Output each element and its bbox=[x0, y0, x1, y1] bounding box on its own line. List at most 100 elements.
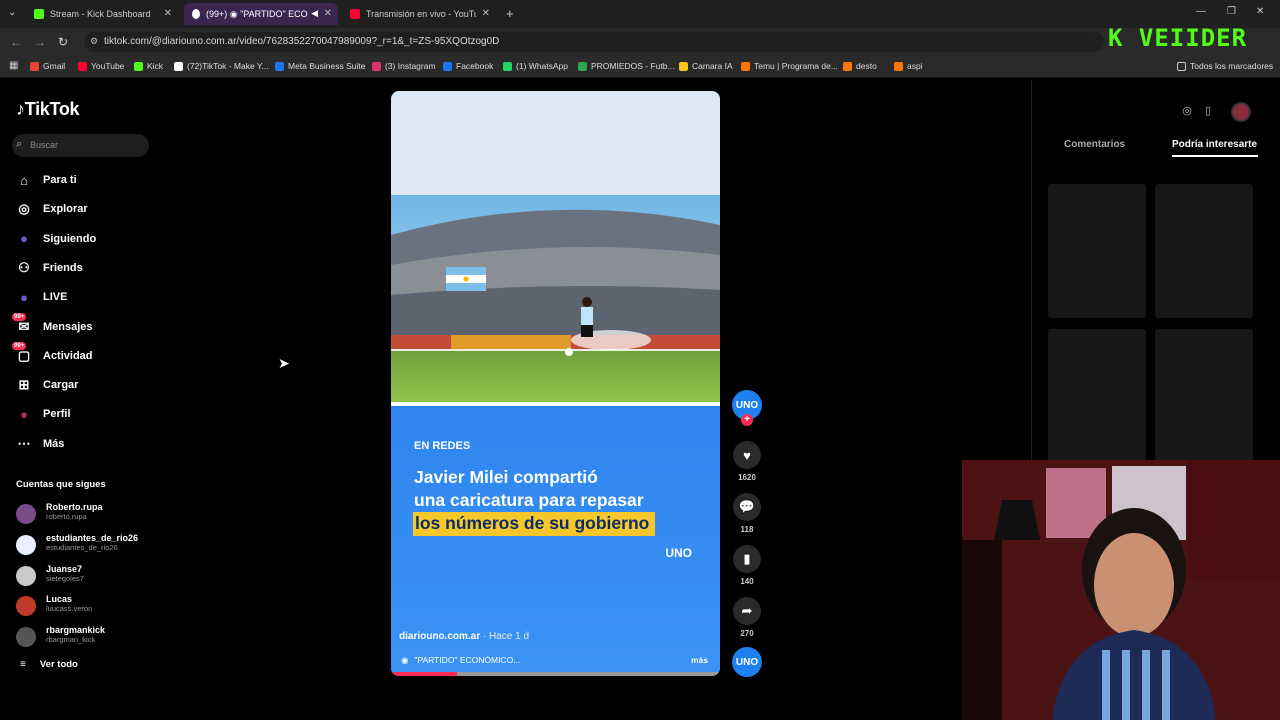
sidebar-item-perfil[interactable]: ● Perfil bbox=[16, 404, 71, 424]
bookmark-item[interactable]: (72)TikTok - Make Y... bbox=[174, 61, 269, 71]
forward-icon[interactable]: → bbox=[34, 35, 46, 49]
sidebar-item-explorar[interactable]: ◎ Explorar bbox=[16, 199, 87, 219]
reload-icon[interactable]: ↻ bbox=[58, 35, 68, 49]
bookmark-label: Camara IA bbox=[692, 61, 733, 71]
bookmark-label: (3) Instagram bbox=[385, 61, 436, 71]
sidebar-item-label: Friends bbox=[43, 261, 83, 274]
search-input[interactable]: ⌕ Buscar bbox=[12, 134, 149, 157]
following-accounts-title: Cuentas que sigues bbox=[16, 479, 106, 490]
bookmark-item[interactable]: Facebook bbox=[443, 61, 493, 71]
follow-plus-button[interactable]: + bbox=[741, 414, 753, 426]
suggested-video-placeholder[interactable] bbox=[1155, 329, 1253, 463]
video-player[interactable]: EN REDES Javier Milei compartió una cari… bbox=[391, 91, 720, 676]
tab-suggested[interactable]: Podría interesarte bbox=[1172, 139, 1257, 150]
bookmark-label: desto bbox=[856, 61, 877, 71]
sidebar-item-para-ti[interactable]: ⌂ Para ti bbox=[16, 170, 77, 190]
bookmark-item[interactable]: PROMIEDOS - Futb... bbox=[578, 61, 675, 71]
sidebar-item-friends[interactable]: ⚇ Friends bbox=[16, 258, 83, 278]
comment-count: 118 bbox=[740, 525, 754, 534]
bookmark-favicon-icon bbox=[443, 61, 452, 71]
mouse-cursor-icon: ➤ bbox=[278, 355, 290, 371]
sidebar-item-actividad[interactable]: ▢ 99+ Actividad bbox=[12, 341, 93, 366]
bookmark-item[interactable]: (3) Instagram bbox=[372, 61, 436, 71]
account-handle: rbargman_kick bbox=[46, 635, 96, 645]
bookmark-label: PROMIEDOS - Futb... bbox=[591, 61, 675, 71]
bookmark-favicon-icon bbox=[372, 61, 381, 71]
browser-tab-bar: ⌄ Stream - Kick Dashboard ✕ (99+) ◉ "PAR… bbox=[0, 0, 1280, 28]
bookmark-item[interactable]: (1) WhatsApp bbox=[503, 61, 568, 71]
tab-kick-dashboard[interactable]: Stream - Kick Dashboard ✕ bbox=[26, 3, 178, 25]
avatar bbox=[16, 596, 36, 617]
argentina-flag-icon bbox=[446, 267, 486, 291]
url-input[interactable]: ⚙ tiktok.com/@diariouno.com.ar/video/762… bbox=[84, 32, 1104, 52]
sidebar-item-siguiendo[interactable]: ● Siguiendo bbox=[16, 229, 96, 249]
all-bookmarks-folder[interactable]: Todos los marcadores bbox=[1177, 61, 1273, 71]
music-link[interactable]: ◉ "PARTIDO" ECONÓMICO... bbox=[401, 655, 520, 666]
sidebar-item-más[interactable]: ⋯ Más bbox=[16, 434, 65, 454]
like-button[interactable]: ♥ 1620 bbox=[733, 441, 761, 482]
account-handle: roberto.rupa bbox=[46, 512, 87, 521]
webcam-overlay bbox=[962, 460, 1280, 720]
bookmark-item[interactable]: aspi bbox=[894, 61, 923, 71]
home-icon: ⌂ bbox=[20, 172, 28, 188]
tab-label: (99+) ◉ "PARTIDO" ECONÓ bbox=[206, 8, 308, 19]
sidebar-item-label: Perfil bbox=[43, 408, 71, 421]
tab-youtube-live[interactable]: Transmisión en vivo - YouTube ✕ bbox=[342, 3, 496, 25]
more-icon: ⋯ bbox=[17, 435, 31, 451]
close-tab-icon[interactable]: ✕ bbox=[324, 8, 332, 19]
see-all-button[interactable]: ≡ Ver todo bbox=[20, 659, 78, 670]
share-count: 270 bbox=[740, 629, 754, 638]
bookmark-item[interactable]: YouTube bbox=[78, 61, 124, 71]
tiktok-logo[interactable]: ♪TikTok bbox=[16, 99, 80, 120]
sidebar-item-label: Siguiendo bbox=[43, 232, 97, 245]
bookmark-item[interactable]: desto bbox=[843, 61, 877, 71]
more-caption-button[interactable]: más bbox=[691, 655, 708, 665]
bookmark-item[interactable]: Meta Business Suite bbox=[275, 61, 365, 71]
tab-tiktok-video[interactable]: (99+) ◉ "PARTIDO" ECONÓ ◀ ✕ bbox=[184, 3, 338, 25]
tab-list-chevron-icon[interactable]: ⌄ bbox=[8, 7, 16, 18]
tab-comments[interactable]: Comentarios bbox=[1064, 139, 1125, 150]
bookmark-label: Kick bbox=[147, 61, 164, 71]
site-info-icon[interactable]: ⚙ bbox=[90, 36, 98, 47]
uno-watermark: UNO bbox=[665, 546, 692, 560]
sidebar-item-label: Más bbox=[43, 437, 65, 450]
close-window-icon[interactable]: ✕ bbox=[1256, 6, 1264, 17]
share-button[interactable]: ➦ 270 bbox=[733, 597, 761, 638]
streamer-brand-logo: K VEIIDER bbox=[1108, 24, 1248, 52]
close-tab-icon[interactable]: ✕ bbox=[482, 8, 490, 19]
comment-button[interactable]: 💬 118 bbox=[733, 493, 761, 534]
bookmark-item[interactable]: Kick bbox=[134, 61, 163, 71]
maximize-icon[interactable]: ❐ bbox=[1227, 6, 1236, 17]
apps-grid-icon[interactable]: ▦ bbox=[9, 60, 18, 71]
profile-icon: ● bbox=[20, 406, 28, 422]
sidebar-item-cargar[interactable]: ⊞ Cargar bbox=[16, 375, 79, 395]
post-time: · Hace 1 d bbox=[482, 631, 530, 642]
friends-icon: ⚇ bbox=[18, 259, 30, 275]
bookmark-item[interactable]: Camara IA bbox=[679, 61, 733, 71]
music-avatar[interactable]: UNO bbox=[732, 647, 762, 677]
sidebar-item-live[interactable]: ● LIVE bbox=[16, 287, 67, 307]
suggested-video-placeholder[interactable] bbox=[1155, 184, 1253, 318]
compass-icon[interactable]: ◎ bbox=[1179, 104, 1195, 120]
author-name[interactable]: diariouno.com.ar bbox=[399, 631, 480, 642]
phone-icon[interactable]: ▯ bbox=[1200, 104, 1216, 120]
user-avatar[interactable] bbox=[1231, 102, 1251, 122]
video-author[interactable]: diariouno.com.ar · Hace 1 d bbox=[399, 631, 529, 642]
bookmark-favicon-icon bbox=[174, 61, 183, 71]
minimize-icon[interactable]: — bbox=[1196, 6, 1206, 17]
bookmark-item[interactable]: Gmail bbox=[30, 61, 65, 71]
speaker-icon[interactable]: ◀ bbox=[311, 8, 318, 19]
heart-icon: ♥ bbox=[733, 441, 761, 469]
bookmark-item[interactable]: Temu | Programa de... bbox=[741, 61, 838, 71]
back-icon[interactable]: ← bbox=[10, 35, 22, 49]
video-progress-bar[interactable] bbox=[391, 672, 720, 676]
new-tab-icon[interactable]: + bbox=[506, 6, 514, 21]
suggested-video-placeholder[interactable] bbox=[1048, 184, 1146, 318]
suggested-video-placeholder[interactable] bbox=[1048, 329, 1146, 463]
save-button[interactable]: ▮ 140 bbox=[733, 545, 761, 586]
avatar bbox=[16, 565, 36, 586]
sidebar-item-mensajes[interactable]: ✉ 99+ Mensajes bbox=[12, 312, 93, 337]
close-tab-icon[interactable]: ✕ bbox=[164, 8, 172, 19]
avatar bbox=[16, 504, 36, 524]
share-icon: ➦ bbox=[733, 597, 761, 625]
